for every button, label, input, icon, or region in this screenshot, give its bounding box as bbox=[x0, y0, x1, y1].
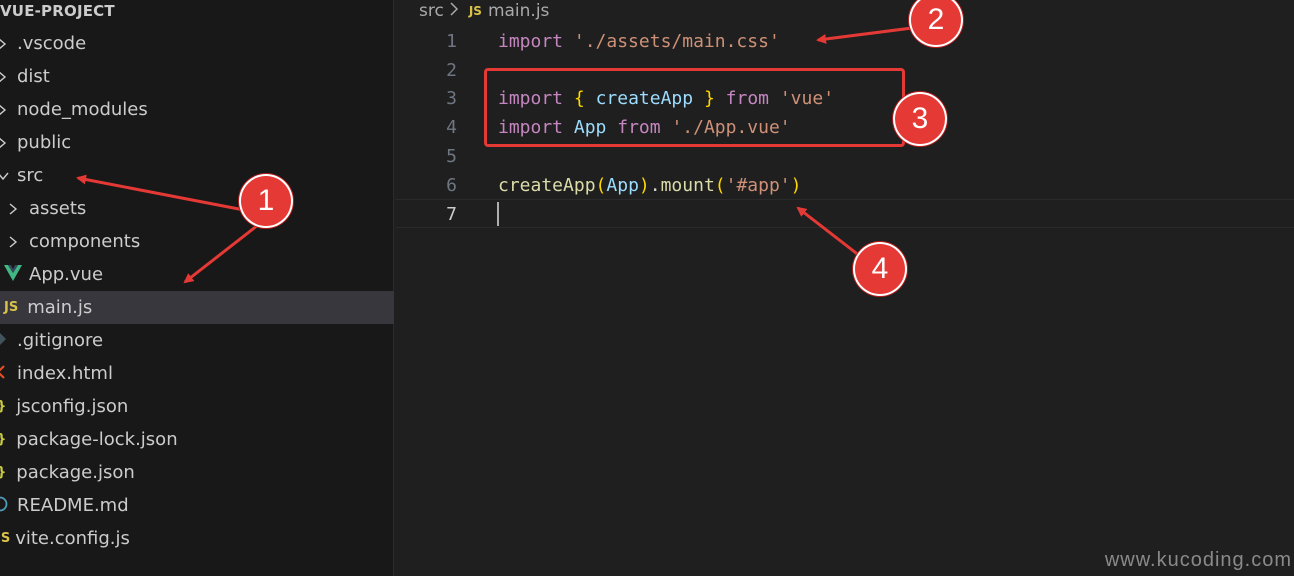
tree-item-label: .gitignore bbox=[17, 330, 104, 351]
tree-item-components[interactable]: components bbox=[0, 225, 394, 258]
info-file-icon bbox=[0, 496, 8, 516]
tree-item-label: node_modules bbox=[17, 99, 148, 120]
tree-item-jsconfig-json[interactable]: } jsconfig.json bbox=[0, 390, 394, 423]
highlight-box-imports bbox=[484, 68, 905, 147]
tree-item-assets[interactable]: assets bbox=[0, 192, 394, 225]
project-title[interactable]: VUE-PROJECT bbox=[0, 0, 115, 22]
code-token: './assets/main.css' bbox=[573, 31, 780, 52]
code-token: App bbox=[606, 174, 639, 196]
chevron-down-icon bbox=[0, 170, 9, 182]
chevron-right-icon bbox=[0, 137, 9, 149]
tree-item-label: components bbox=[29, 231, 141, 252]
tree-item-package-json[interactable]: } package.json bbox=[0, 456, 394, 489]
tree-item-vite-config-js[interactable]: JS vite.config.js bbox=[0, 522, 394, 555]
code-token: ( bbox=[595, 174, 607, 196]
tree-item-node-modules[interactable]: node_modules bbox=[0, 93, 394, 126]
tree-item-label: main.js bbox=[27, 297, 93, 318]
code-text: import './assets/main.css' bbox=[498, 27, 780, 56]
tree-item-label: README.md bbox=[17, 495, 129, 516]
explorer-sidebar: VUE-PROJECT .vscode dist node_modulespubli… bbox=[0, 0, 394, 576]
tree-item-label: vite.config.js bbox=[15, 528, 130, 549]
tree-item-main-js[interactable]: JS main.js bbox=[0, 291, 394, 324]
tree-item-src[interactable]: src bbox=[0, 159, 394, 192]
json-file-icon: } bbox=[0, 465, 6, 480]
html-file-icon bbox=[0, 364, 6, 383]
tree-item-label: package.json bbox=[16, 462, 135, 483]
tree-item-label: index.html bbox=[17, 363, 113, 384]
tree-item-label: assets bbox=[29, 198, 87, 219]
code-line[interactable]: 7 bbox=[395, 199, 1294, 229]
code-token: createApp bbox=[498, 174, 596, 196]
code-token: ) bbox=[638, 174, 650, 196]
line-number: 4 bbox=[446, 117, 457, 139]
js-file-icon: JS bbox=[0, 531, 11, 546]
text-cursor bbox=[497, 202, 499, 227]
annotation-badge-3: 3 bbox=[895, 94, 945, 144]
code-token: mount bbox=[660, 174, 715, 196]
js-file-icon: JS bbox=[4, 300, 19, 315]
breadcrumb-folder[interactable]: src bbox=[419, 0, 444, 22]
tree-item-label: jsconfig.json bbox=[16, 396, 129, 417]
chevron-right-icon bbox=[0, 71, 9, 83]
watermark: www.kucoding.com bbox=[1104, 549, 1292, 571]
code-token: ( bbox=[714, 174, 726, 196]
tree-item-label: .vscode bbox=[17, 33, 87, 54]
tree-item-index-html[interactable]: index.html bbox=[0, 357, 394, 390]
annotation-badge-1: 1 bbox=[241, 176, 291, 226]
chevron-right-icon bbox=[8, 202, 20, 215]
chevron-right-icon bbox=[8, 235, 20, 248]
tree-item-package-lock-json[interactable]: } package-lock.json bbox=[0, 423, 394, 456]
line-number: 1 bbox=[446, 31, 457, 52]
code-line[interactable]: 6 createApp(App).mount('#app') bbox=[395, 171, 1294, 200]
tree-item-readme-md[interactable]: README.md bbox=[0, 489, 394, 522]
tree-item-gitignore[interactable]: .gitignore bbox=[0, 324, 394, 357]
line-number: 6 bbox=[446, 174, 457, 196]
code-token: ) bbox=[790, 174, 802, 196]
chevron-right-icon bbox=[450, 0, 459, 22]
chevron-right-icon bbox=[0, 38, 9, 50]
tree-item-app-vue[interactable]: App.vue bbox=[0, 258, 394, 291]
js-file-icon: JS bbox=[468, 4, 482, 18]
tree-item-label: dist bbox=[17, 66, 50, 87]
line-number: 7 bbox=[446, 204, 457, 226]
tree-item-label: App.vue bbox=[29, 264, 104, 285]
json-file-icon: } bbox=[0, 432, 6, 447]
code-token: import bbox=[498, 31, 564, 52]
line-number: 2 bbox=[446, 59, 457, 81]
tree-item-label: public bbox=[17, 132, 72, 153]
code-line[interactable]: 1 import './assets/main.css' bbox=[395, 27, 1294, 56]
vue-file-icon bbox=[4, 264, 22, 285]
code-token: '#app' bbox=[725, 174, 791, 196]
breadcrumb: src JS main.js bbox=[419, 0, 549, 22]
line-number: 3 bbox=[446, 88, 457, 110]
tree-item-vscode[interactable]: .vscode bbox=[0, 27, 394, 60]
json-file-icon: } bbox=[0, 399, 6, 414]
tree-item-public[interactable]: public bbox=[0, 126, 394, 159]
git-file-icon bbox=[0, 332, 6, 349]
breadcrumb-file[interactable]: main.js bbox=[488, 0, 549, 22]
chevron-right-icon bbox=[0, 104, 9, 116]
tree-item-label: src bbox=[17, 165, 44, 186]
annotation-badge-4: 4 bbox=[855, 244, 905, 294]
code-text: createApp(App).mount('#app') bbox=[498, 171, 802, 200]
code-token: . bbox=[649, 174, 661, 196]
tree-item-label: package-lock.json bbox=[16, 429, 178, 450]
tree-item-dist[interactable]: dist bbox=[0, 60, 394, 93]
line-number: 5 bbox=[446, 145, 457, 167]
